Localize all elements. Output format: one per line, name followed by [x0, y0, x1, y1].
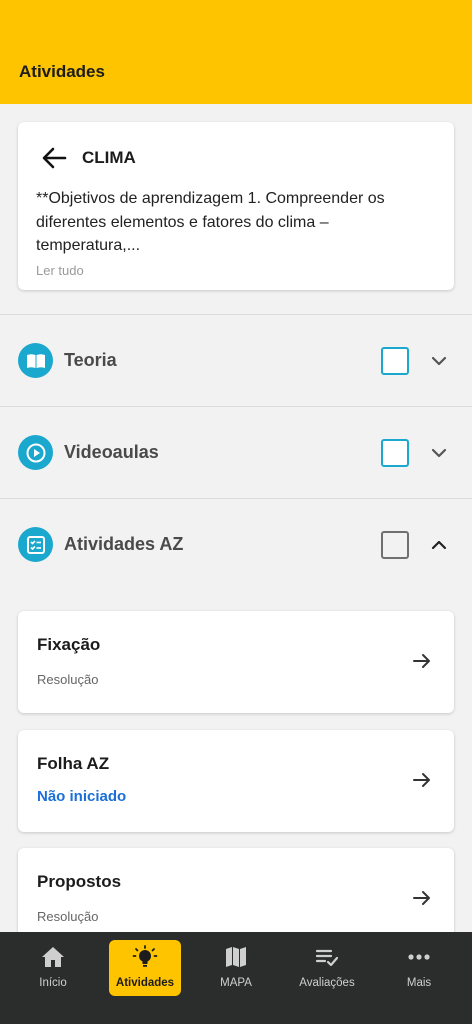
activity-card-fixacao[interactable]: Fixação Resolução — [18, 611, 454, 713]
section-label: Atividades AZ — [64, 534, 184, 554]
nav-label: Mais — [406, 977, 432, 989]
activity-title: Fixação — [37, 635, 101, 654]
checklist-icon — [18, 527, 53, 562]
read-more-link[interactable]: Ler tudo — [36, 263, 84, 278]
list-check-icon — [315, 949, 339, 967]
arrow-right-icon — [413, 654, 430, 668]
page-title: Atividades — [19, 62, 105, 81]
activity-title: Folha AZ — [37, 754, 110, 773]
arrow-right-icon — [413, 773, 430, 787]
section-label: Videoaulas — [64, 442, 159, 462]
activity-status: Resolução — [37, 909, 99, 924]
nav-label: Início — [39, 977, 67, 989]
more-icon — [408, 954, 430, 960]
activity-status: Resolução — [37, 672, 99, 687]
map-icon — [226, 947, 246, 967]
lightbulb-icon — [132, 945, 158, 967]
chevron-up-icon[interactable] — [427, 533, 451, 557]
chevron-down-icon[interactable] — [427, 441, 451, 465]
arrow-right-icon — [413, 891, 430, 905]
book-icon — [18, 343, 53, 378]
play-circle-icon — [18, 435, 53, 470]
section-atividades-az[interactable]: Atividades AZ — [0, 499, 472, 591]
nav-item-avaliacoes[interactable]: Avaliações — [291, 940, 363, 996]
nav-item-mais[interactable]: Mais — [383, 940, 455, 996]
section-label: Teoria — [64, 350, 117, 370]
bottom-navigation: Início Atividades MAPA Avaliações Mais — [0, 932, 472, 1024]
nav-item-atividades[interactable]: Atividades — [109, 940, 181, 996]
nav-item-mapa[interactable]: MAPA — [200, 940, 272, 996]
nav-label: Avaliações — [299, 977, 355, 989]
activity-status: Não iniciado — [37, 788, 127, 805]
section-teoria[interactable]: Teoria — [0, 315, 472, 407]
activity-title: Propostos — [37, 872, 122, 891]
chevron-down-icon[interactable] — [427, 349, 451, 373]
home-icon — [42, 947, 64, 967]
topic-title: CLIMA — [82, 148, 136, 167]
topic-description: **Objetivos de aprendizagem 1. Compreend… — [36, 190, 385, 254]
section-videoaulas[interactable]: Videoaulas — [0, 407, 472, 499]
nav-label: Atividades — [115, 977, 175, 989]
app-header: Atividades — [0, 0, 472, 104]
section-checkbox[interactable] — [381, 347, 409, 375]
back-arrow-icon[interactable] — [40, 144, 68, 172]
section-checkbox[interactable] — [381, 531, 409, 559]
section-checkbox[interactable] — [381, 439, 409, 467]
nav-label: MAPA — [220, 977, 252, 989]
nav-item-inicio[interactable]: Início — [17, 940, 89, 996]
activity-card-folha-az[interactable]: Folha AZ Não iniciado — [18, 730, 454, 832]
topic-summary-card: CLIMA **Objetivos de aprendizagem 1. Com… — [18, 122, 454, 290]
